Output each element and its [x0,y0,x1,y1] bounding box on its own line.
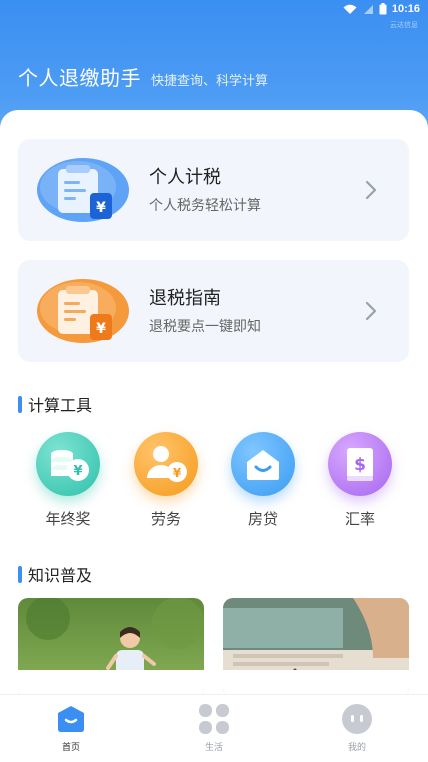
home-icon [55,703,87,735]
signal-icon [363,4,373,14]
tools-section-header: 计算工具 [18,392,92,416]
card-desc: 退税要点一键即知 [149,319,261,335]
bottom-tab-bar: 首页 生活 我的 [0,694,428,762]
svg-text:¥: ¥ [96,321,106,337]
tools-grid: ¥ 年终奖 ¥ 劳务 房贷 $ 汇率 [0,428,428,538]
card-desc: 个人税务轻松计算 [149,198,261,214]
section-title: 计算工具 [28,396,93,415]
app-subtitle: 快捷查询、科学计算 [151,74,269,89]
tool-labor[interactable]: ¥ 劳务 [126,428,206,529]
person-yen-icon: ¥ [134,432,198,496]
tool-year-end-bonus[interactable]: ¥ 年终奖 [28,428,108,529]
card-title: 退税指南 [149,288,221,309]
tab-home[interactable]: 首页 [31,703,111,753]
coins-yen-icon: ¥ [36,432,100,496]
knowledge-card[interactable] [18,598,204,698]
section-accent-bar [18,395,22,413]
refund-guide-illustration: ¥ [37,279,129,343]
wifi-icon [343,4,357,14]
svg-text:¥: ¥ [73,464,82,479]
card-title: 个人计税 [149,167,221,188]
grid-icon [198,703,230,735]
status-sub-text: 云达信息 [390,21,418,29]
chevron-right-icon [365,180,377,200]
battery-icon [379,3,387,15]
svg-text:¥: ¥ [173,466,182,480]
tab-label: 生活 [204,743,223,753]
tab-life[interactable]: 生活 [174,703,254,753]
profile-icon [341,703,373,735]
status-time: 10:16 [391,3,420,15]
tool-exchange-rate[interactable]: $ 汇率 [320,428,400,529]
tax-calculator-card[interactable]: ¥ 个人计税 个人税务轻松计算 [18,139,409,241]
tab-label: 首页 [61,743,80,753]
dollar-book-icon: $ [328,432,392,496]
chevron-right-icon [365,301,377,321]
svg-text:¥: ¥ [96,200,106,216]
section-title: 知识普及 [28,566,93,585]
tool-label: 房贷 [247,510,278,528]
knowledge-card[interactable] [223,598,409,698]
tab-mine[interactable]: 我的 [317,703,397,753]
refund-guide-card[interactable]: ¥ 退税指南 退税要点一键即知 [18,260,409,362]
tool-label: 劳务 [150,510,181,528]
app-title: 个人退缴助手 [18,66,141,90]
tool-mortgage[interactable]: 房贷 [223,428,303,529]
section-accent-bar [18,565,22,583]
knowledge-section-header: 知识普及 [18,562,92,586]
tool-label: 汇率 [344,510,375,528]
house-icon [231,432,295,496]
svg-text:$: $ [354,455,366,475]
tab-label: 我的 [347,743,366,753]
tool-label: 年终奖 [45,510,91,528]
knowledge-list [18,598,410,708]
tax-calculator-illustration: ¥ [37,158,129,222]
status-bar: 10:16 云达信息 [0,0,428,29]
main-content: ¥ 个人计税 个人税务轻松计算 ¥ 退税指南 退税要点一键即知 计算工具 ¥ 年… [0,110,428,710]
